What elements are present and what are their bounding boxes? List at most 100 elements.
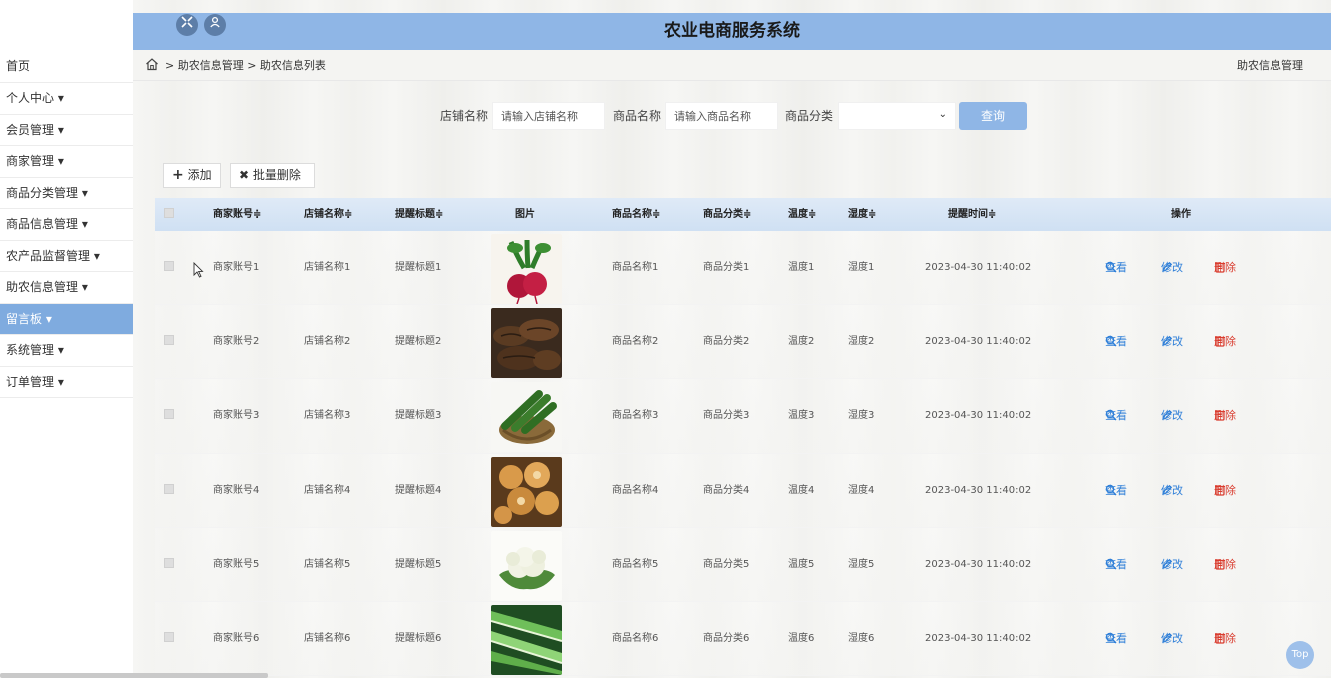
- cell-shop: 店铺名称3: [304, 410, 351, 422]
- cell-humidity: 湿度1: [848, 262, 875, 273]
- table-row: 商家账号6 店铺名称6 提醒标题6 商品名称6 商品分类6 温度6 湿度6 2023-04-3…: [155, 601, 1331, 677]
- cell-temperature: 温度3: [788, 410, 815, 422]
- cell-temperature: 温度6: [788, 632, 815, 644]
- sidebar-item-6[interactable]: 农产品监督管理 ▾: [0, 241, 133, 272]
- dried-mushroom-icon: [491, 308, 562, 379]
- cell-title: 提醒标题3: [395, 410, 442, 422]
- sidebar-item-1[interactable]: 个人中心 ▾: [0, 83, 133, 115]
- table-row: 商家账号1 店铺名称1 提醒标题1 商品名称1 商品分类1 温度1 湿度1 2023-04-3…: [155, 231, 1331, 306]
- sidebar-item-9[interactable]: 系统管理 ▾: [0, 335, 133, 367]
- view-label: 查看: [1105, 631, 1127, 645]
- radish-icon: [491, 234, 562, 304]
- cell-product: 商品名称4: [612, 484, 659, 496]
- sidebar: 首页 个人中心 ▾ 会员管理 ▾ 商家管理 ▾ 商品分类管理 ▾ 商品信息管理 ▾ 农产品监…: [0, 0, 133, 678]
- cell-humidity: 湿度4: [848, 484, 875, 496]
- column-header-temperature[interactable]: 温度≑: [788, 198, 816, 231]
- sidebar-item-8[interactable]: 留言板 ▾: [0, 303, 133, 335]
- top-header: 农业电商服务系统: [133, 13, 1331, 50]
- cell-time: 2023-04-30 11:40:02: [925, 262, 1032, 273]
- column-header-product[interactable]: 商品名称≑: [612, 198, 660, 231]
- edit-label: 修改: [1161, 409, 1183, 423]
- cell-account: 商家账号1: [213, 262, 260, 273]
- cell-shop: 店铺名称2: [304, 336, 351, 348]
- column-header-time[interactable]: 提醒时间≑: [948, 198, 996, 231]
- delete-label: 删除: [1214, 483, 1236, 497]
- select-all-checkbox[interactable]: [164, 208, 174, 218]
- cell-category: 商品分类5: [703, 558, 750, 570]
- query-button[interactable]: 查询: [959, 102, 1027, 130]
- view-label: 查看: [1105, 409, 1127, 423]
- shop-name-input[interactable]: [492, 102, 605, 130]
- column-header-category[interactable]: 商品分类≑: [703, 198, 751, 231]
- cell-shop: 店铺名称1: [304, 262, 351, 273]
- cell-product: 商品名称2: [612, 336, 659, 348]
- plus-icon: +: [172, 167, 184, 183]
- sidebar-item-4[interactable]: 商品分类管理 ▾: [0, 178, 133, 209]
- main-area: 农业电商服务系统 > 助农信息管理 > 助农信息列表 助农信息管理 店铺名称 商…: [133, 0, 1331, 678]
- sidebar-item-2[interactable]: 会员管理 ▾: [0, 115, 133, 146]
- cell-time: 2023-04-30 11:40:02: [925, 558, 1032, 570]
- horizontal-scrollbar[interactable]: [0, 673, 268, 678]
- home-icon[interactable]: [145, 57, 159, 71]
- row-checkbox[interactable]: [164, 557, 174, 568]
- cauliflower-icon: [491, 530, 562, 601]
- breadcrumb-path: > 助农信息管理 > 助农信息列表: [165, 59, 326, 72]
- row-checkbox[interactable]: [164, 335, 174, 346]
- row-checkbox[interactable]: [164, 409, 174, 420]
- table-row: 商家账号4 店铺名称4 提醒标题4 商品名称4 商品分类4 温度4 湿度4 2023-04-3…: [155, 453, 1331, 528]
- breadcrumb: > 助农信息管理 > 助农信息列表 助农信息管理: [133, 50, 1331, 81]
- edit-label: 修改: [1161, 335, 1183, 349]
- sidebar-item-7[interactable]: 助农信息管理 ▾: [0, 272, 133, 304]
- cell-product: 商品名称1: [612, 262, 659, 273]
- column-header-shop[interactable]: 店铺名称≑: [304, 198, 352, 231]
- cell-account: 商家账号2: [213, 336, 260, 348]
- batch-delete-button[interactable]: ✖ 批量删除: [230, 163, 315, 188]
- cell-temperature: 温度1: [788, 262, 815, 273]
- cell-category: 商品分类3: [703, 410, 750, 422]
- cell-category: 商品分类2: [703, 336, 750, 348]
- cell-account: 商家账号4: [213, 484, 260, 496]
- add-button[interactable]: + 添加: [163, 163, 221, 188]
- cell-product: 商品名称6: [612, 632, 659, 644]
- row-checkbox[interactable]: [164, 261, 174, 271]
- cell-time: 2023-04-30 11:40:02: [925, 484, 1032, 496]
- leek-icon: [491, 604, 562, 675]
- column-header-humidity[interactable]: 湿度≑: [848, 198, 876, 231]
- delete-label: 删除: [1214, 409, 1236, 423]
- back-to-top-button[interactable]: Top: [1286, 641, 1314, 669]
- add-button-label: 添加: [187, 168, 212, 182]
- delete-label: 删除: [1214, 335, 1236, 349]
- cell-temperature: 温度5: [788, 558, 815, 570]
- column-header-operations: 操作: [1171, 209, 1191, 220]
- product-name-input[interactable]: [665, 102, 778, 130]
- column-header-account[interactable]: 商家账号≑: [213, 198, 261, 231]
- cell-account: 商家账号5: [213, 558, 260, 570]
- cell-temperature: 温度2: [788, 336, 815, 348]
- cell-title: 提醒标题5: [395, 558, 442, 570]
- view-label: 查看: [1105, 335, 1127, 349]
- table-header: 商家账号≑ 店铺名称≑ 提醒标题≑ 图片 商品名称≑ 商品分类≑ 温度≑ 湿度≑…: [155, 198, 1331, 231]
- delete-label: 删除: [1214, 557, 1236, 571]
- delete-label: 删除: [1214, 631, 1236, 645]
- sidebar-item-0[interactable]: 首页: [0, 50, 133, 83]
- dried-fruit-icon: [491, 456, 562, 527]
- cell-temperature: 温度4: [788, 484, 815, 496]
- column-header-title[interactable]: 提醒标题≑: [395, 198, 443, 231]
- cell-humidity: 湿度3: [848, 410, 875, 422]
- row-checkbox[interactable]: [164, 631, 174, 642]
- delete-label: 删除: [1214, 261, 1236, 274]
- cell-category: 商品分类4: [703, 484, 750, 496]
- table-row: 商家账号2 店铺名称2 提醒标题2 商品名称2 商品分类2 温度2 湿度2 2023-04-3…: [155, 305, 1331, 380]
- search-bar: 店铺名称 商品名称 商品分类 ⌄ 查询: [133, 102, 1331, 130]
- sidebar-item-3[interactable]: 商家管理 ▾: [0, 146, 133, 178]
- product-name-label: 商品名称: [613, 109, 662, 123]
- row-checkbox[interactable]: [164, 483, 174, 494]
- sidebar-item-10[interactable]: 订单管理 ▾: [0, 367, 133, 398]
- sidebar-item-5[interactable]: 商品信息管理 ▾: [0, 209, 133, 241]
- category-select[interactable]: ⌄: [838, 102, 956, 130]
- cell-title: 提醒标题2: [395, 336, 442, 348]
- sidebar-menu: 首页 个人中心 ▾ 会员管理 ▾ 商家管理 ▾ 商品分类管理 ▾ 商品信息管理 ▾ 农产品监…: [0, 50, 133, 398]
- cell-shop: 店铺名称4: [304, 484, 351, 496]
- edit-label: 修改: [1161, 261, 1183, 274]
- cell-product: 商品名称3: [612, 410, 659, 422]
